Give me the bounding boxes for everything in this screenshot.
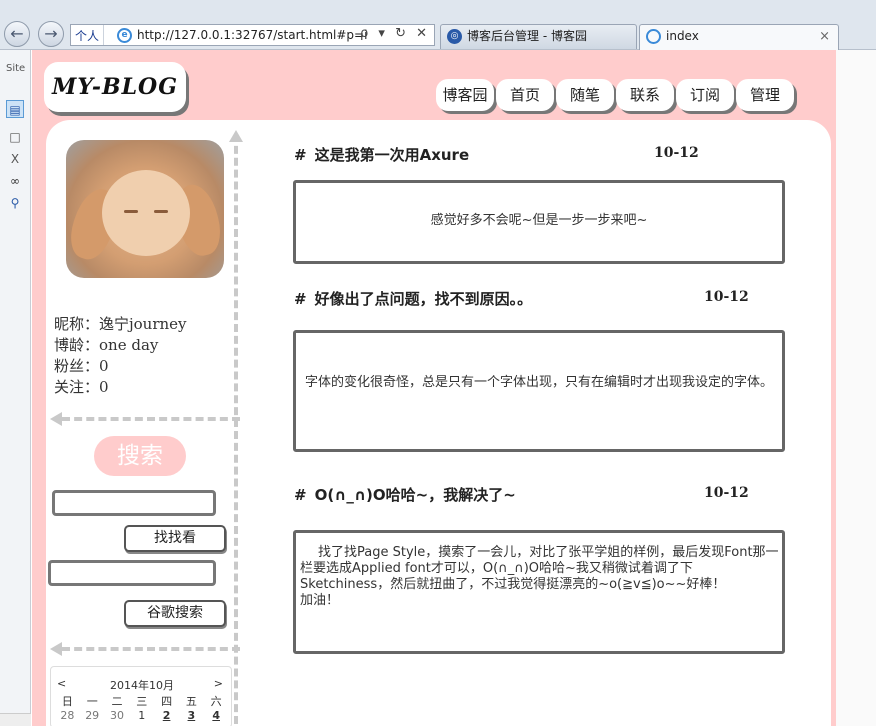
page-icon[interactable]: ▤ [6,100,24,118]
tab-label: 博客后台管理 - 博客园 [467,29,587,43]
weekday: 二 [111,695,123,708]
post-title-text: 好像出了点问题，找不到原因。。 [314,290,533,308]
weekday: 三 [136,695,148,708]
weekday: 一 [86,695,98,708]
weekday: 日 [61,695,73,708]
ie-page-icon: e [117,28,132,43]
close-tab-icon[interactable]: × [819,25,830,48]
post-body: 字体的变化很奇怪，总是只有一个字体出现，只有在编辑时才出现我设定的字体。 [293,330,785,452]
post-body-text: 字体的变化很奇怪，总是只有一个字体出现，只有在编辑时才出现我设定的字体。 [304,375,773,390]
calendar-day-link[interactable]: 4 [204,709,229,723]
google-search-input[interactable] [48,560,216,586]
calendar-days: 28 29 30 1 2 3 4 [55,709,229,723]
weekday: 五 [185,695,197,708]
tab-index[interactable]: index × [639,24,839,50]
calendar-day: 1 [138,709,146,722]
weekday: 四 [161,695,173,708]
horizontal-scrollbar[interactable] [0,713,31,726]
sitemap-icon[interactable]: Site [6,60,25,78]
url-text[interactable]: http://127.0.0.1:32767/start.html#p=ind [137,28,367,42]
post-title-text: O(∩_∩)O哈哈~，我解决了~ [314,486,516,504]
post-body-text: 感觉好多不会呢~但是一步一步来吧~ [430,213,648,228]
page-icon[interactable]: □ [6,128,24,146]
nav-posts[interactable]: 随笔 [556,79,614,111]
browser-toolbar: ← → 个人 e http://127.0.0.1:32767/start.ht… [0,0,876,50]
calendar-weekdays: 日 一 二 三 四 五 六 [55,693,229,708]
zone-dropdown[interactable]: 个人 [71,25,105,45]
back-arrow-icon[interactable]: ← [4,21,30,47]
link-icon[interactable]: ∞ [6,172,24,190]
tab-label: index [666,29,699,43]
nav-manage[interactable]: 管理 [736,79,794,111]
hash-icon: # [294,486,307,504]
post-body-text: 找了找Page Style，摸索了一会儿，对比了张平学姐的样例，最后发现Font… [300,545,779,608]
avatar [66,140,224,278]
section-divider [62,647,240,651]
calendar-month: 2014年10月 [110,679,174,692]
profile-age: 博龄：one day [54,336,159,354]
cnblogs-icon: ◎ [447,29,462,44]
post-title[interactable]: # O(∩_∩)O哈哈~，我解决了~ [294,484,516,505]
nav-cnblogs[interactable]: 博客园 [436,79,494,111]
post-body: 感觉好多不会呢~但是一步一步来吧~ [293,180,785,264]
section-divider [62,417,240,421]
profile-nickname: 昵称：逸宁journey [54,315,187,333]
calendar-day-link[interactable]: 3 [179,709,204,723]
calendar-day: 28 [60,709,75,722]
ie-page-icon [646,29,661,44]
profile-fans: 粉丝：0 [54,357,109,375]
forward-arrow-icon[interactable]: → [38,21,64,47]
calendar-day-link[interactable]: 2 [154,709,179,723]
axure-tool-strip: Site ▤ □ X ∞ ⚲ [0,50,31,726]
calendar: < 2014年10月 > 日 一 二 三 四 五 六 28 29 30 1 2 … [50,666,232,726]
hash-icon: # [294,290,307,308]
calendar-next[interactable]: > [214,677,223,690]
nav-home[interactable]: 首页 [496,79,554,111]
profile-follow: 关注：0 [54,378,109,396]
post-body: 找了找Page Style，摸索了一会儿，对比了张平学姐的样例，最后发现Font… [293,530,785,654]
search-icon[interactable]: ⚲ [6,194,24,212]
left-arrow-icon [50,412,62,426]
calendar-day: 30 [109,709,124,722]
find-button[interactable]: 找找看 [124,525,226,552]
site-logo[interactable]: MY-BLOG [44,62,186,112]
nav-subscribe[interactable]: 订阅 [676,79,734,111]
hash-icon: # [294,146,307,164]
post-date: 10-12 [654,145,699,161]
google-search-button[interactable]: 谷歌搜索 [124,600,226,627]
calendar-day: 29 [85,709,100,722]
address-bar[interactable]: 个人 e http://127.0.0.1:32767/start.html#p… [70,24,435,46]
export-icon[interactable]: X [6,150,24,168]
weekday: 六 [210,695,222,708]
tab-blog-admin[interactable]: ◎ 博客后台管理 - 博客园 [440,24,637,49]
post-title-text: 这是我第一次用Axure [314,146,470,164]
sidebar-divider [234,134,238,724]
post-title[interactable]: # 这是我第一次用Axure [294,144,469,165]
calendar-prev[interactable]: < [57,677,66,690]
post-date: 10-12 [704,289,749,305]
vertical-scrollbar[interactable] [836,50,876,726]
address-tools[interactable]: ρ ▾ ↻ ✕ [360,26,430,41]
calendar-header: < 2014年10月 > [51,677,233,692]
search-heading: 搜索 [94,436,186,476]
blog-page: MY-BLOG 博客园 首页 随笔 联系 订阅 管理 昵称：逸宁journey … [32,50,836,726]
post-title[interactable]: # 好像出了点问题，找不到原因。。 [294,288,532,309]
search-input[interactable] [52,490,216,516]
post-date: 10-12 [704,485,749,501]
nav-contact[interactable]: 联系 [616,79,674,111]
left-arrow-icon [50,642,62,656]
